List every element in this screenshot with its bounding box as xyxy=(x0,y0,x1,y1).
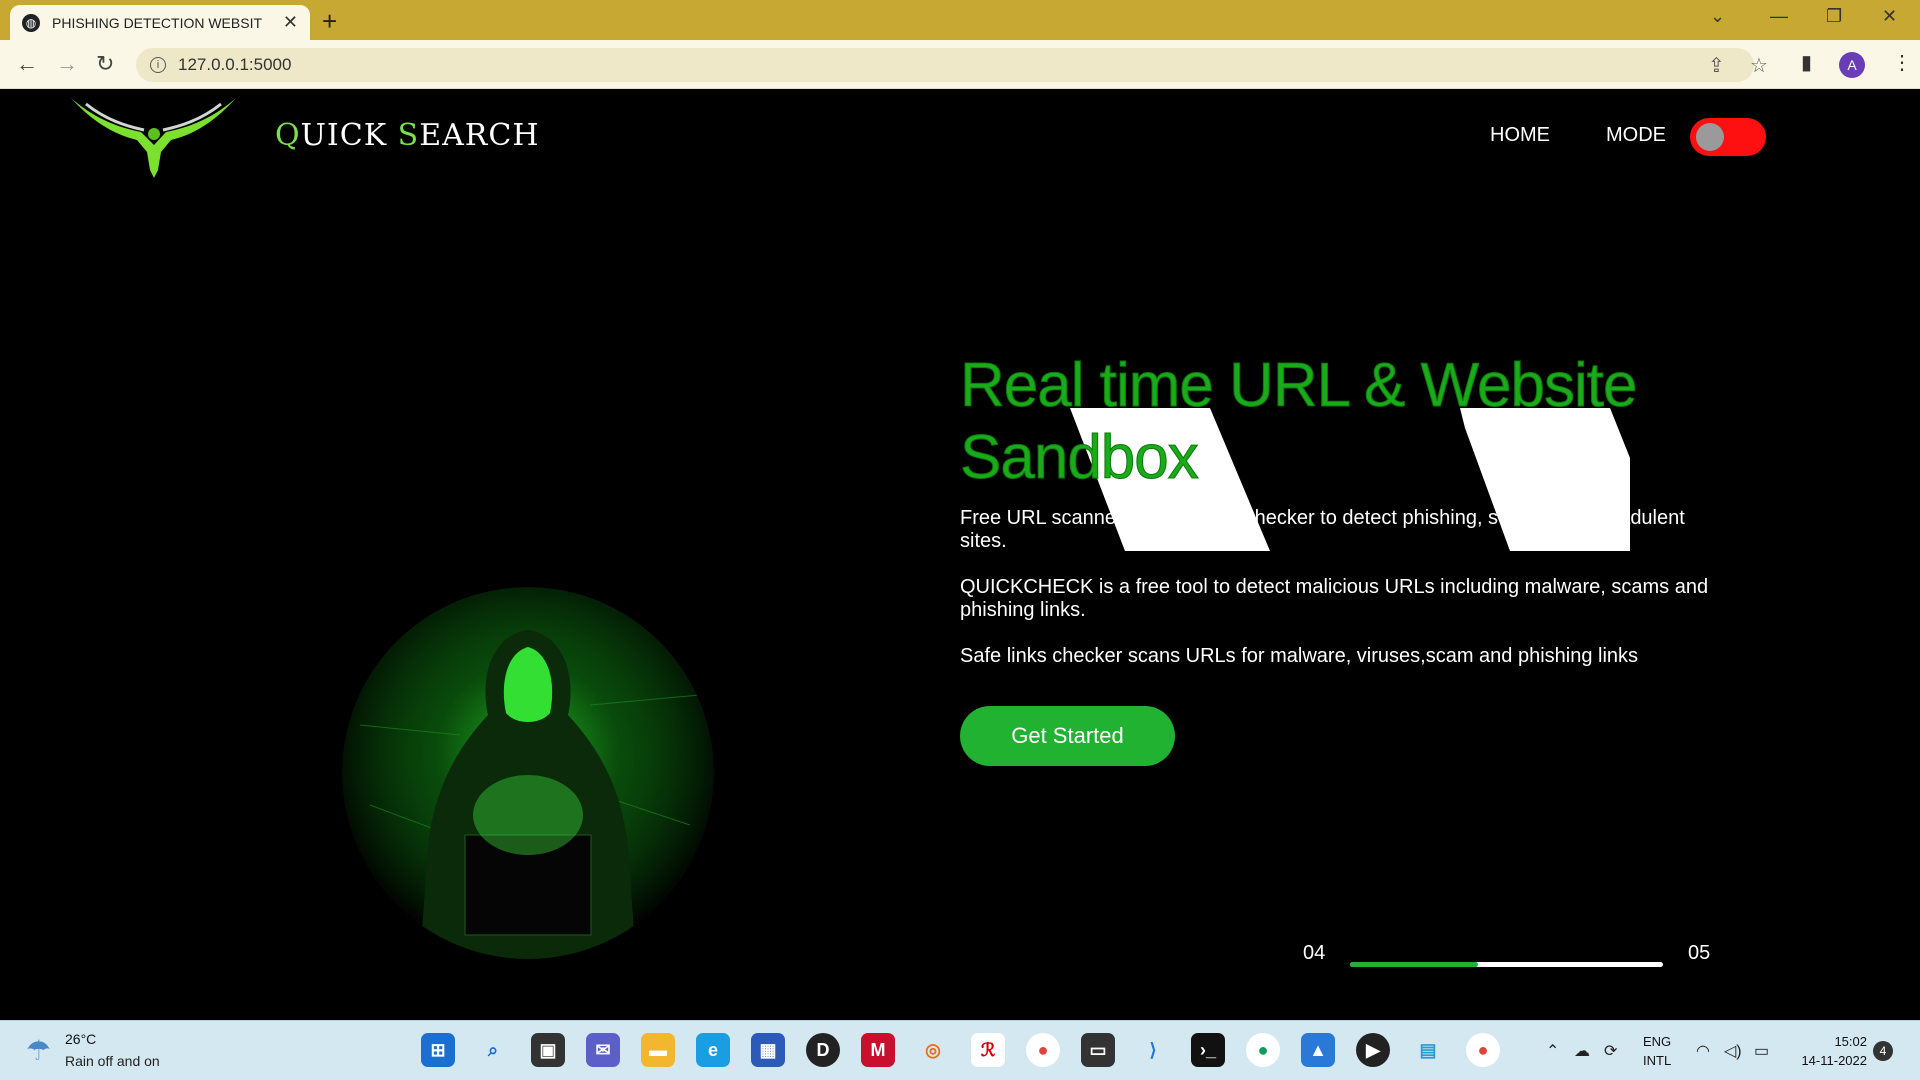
weather-description[interactable]: Rain off and on xyxy=(65,1053,160,1069)
chat-icon[interactable]: ✉ xyxy=(586,1033,620,1067)
mode-toggle[interactable] xyxy=(1690,118,1766,156)
slide-progress-bar xyxy=(1350,962,1663,967)
vscode-icon[interactable]: ⟩ xyxy=(1136,1033,1170,1067)
eagle-logo xyxy=(71,98,236,178)
mode-label: MODE xyxy=(1606,124,1666,146)
system-clock[interactable]: 15:02 14-11-2022 xyxy=(1795,1032,1867,1070)
terminal-window-icon[interactable]: ▭ xyxy=(1081,1033,1115,1067)
volume-icon[interactable]: ◁) xyxy=(1724,1041,1742,1061)
slide-total: 05 xyxy=(1688,942,1711,964)
close-window-icon[interactable]: ✕ xyxy=(1882,6,1897,27)
notification-badge[interactable]: 4 xyxy=(1873,1041,1893,1061)
file-explorer-icon[interactable]: ▬ xyxy=(641,1033,675,1067)
pdf-reader-icon[interactable]: ℛ xyxy=(971,1033,1005,1067)
back-icon[interactable]: ← xyxy=(16,51,38,77)
address-bar[interactable]: i 127.0.0.1:5000 ⇪ ☆ xyxy=(136,48,1768,82)
browser-toolbar: ← → ↻ i 127.0.0.1:5000 ⇪ ☆ ▮ A ⋮ xyxy=(0,40,1920,89)
slide-progress-fill xyxy=(1350,962,1479,967)
slide-current: 04 xyxy=(1303,942,1326,964)
wifi-icon[interactable]: ◠ xyxy=(1696,1041,1710,1061)
search-icon[interactable]: ⌕ xyxy=(476,1033,510,1067)
restore-icon[interactable]: ❐ xyxy=(1826,6,1842,27)
bookmark-star-icon[interactable]: ☆ xyxy=(1750,53,1768,78)
chrome-profile-d-icon[interactable]: ● xyxy=(1246,1033,1280,1067)
nav-home-link[interactable]: HOME xyxy=(1490,124,1550,147)
brand-title: QUICK SEARCH xyxy=(275,118,540,153)
close-tab-icon[interactable]: ✕ xyxy=(283,12,298,33)
edge-browser-icon[interactable]: e xyxy=(696,1033,730,1067)
tab-search-icon[interactable]: ⌄ xyxy=(1710,6,1725,27)
globe-icon: ◍ xyxy=(22,13,40,32)
store-icon[interactable]: ▦ xyxy=(751,1033,785,1067)
sync-icon[interactable]: ⟳ xyxy=(1604,1041,1617,1061)
minimize-icon[interactable]: — xyxy=(1770,6,1788,27)
weather-temperature[interactable]: 26°C xyxy=(65,1031,96,1047)
browser-tab[interactable]: ◍ PHISHING DETECTION WEBSITE- ✕ xyxy=(10,5,310,40)
hero-paragraph-3: Safe links checker scans URLs for malwar… xyxy=(960,645,1639,667)
reload-icon[interactable]: ↻ xyxy=(96,51,114,77)
url-text[interactable]: 127.0.0.1:5000 xyxy=(178,55,291,75)
windows-taskbar: ☂ 26°C Rain off and on ⊞ ⌕ ▣ ✉ ▬ e ▦ D M… xyxy=(0,1020,1920,1080)
start-windows-icon[interactable]: ⊞ xyxy=(421,1033,455,1067)
toggle-knob xyxy=(1696,123,1724,151)
mcafee-icon[interactable]: M xyxy=(861,1033,895,1067)
photos-icon[interactable]: ▲ xyxy=(1301,1033,1335,1067)
site-info-icon[interactable]: i xyxy=(150,57,166,73)
side-panel-icon[interactable]: ▮ xyxy=(1801,50,1812,75)
hero-headline: Real time URL & Website Sandbox xyxy=(960,351,1638,493)
media-player-icon[interactable]: ▶ xyxy=(1356,1033,1390,1067)
hero-paragraph-1: Free URL scanner and Website checker to … xyxy=(960,507,1685,552)
battery-icon[interactable]: ▭ xyxy=(1754,1041,1769,1061)
onedrive-cloud-icon[interactable]: ☁ xyxy=(1574,1041,1590,1061)
tab-title: PHISHING DETECTION WEBSITE- xyxy=(52,14,262,31)
profile-avatar[interactable]: A xyxy=(1839,52,1865,78)
web-page: QUICK SEARCH HOME MODE Real time URL & W… xyxy=(0,90,1920,1020)
menu-kebab-icon[interactable]: ⋮ xyxy=(1892,50,1912,75)
jupyter-icon[interactable]: ◎ xyxy=(916,1033,950,1067)
get-started-button[interactable]: Get Started xyxy=(960,706,1175,766)
command-prompt-icon[interactable]: ›_ xyxy=(1191,1033,1225,1067)
snipping-tool-icon[interactable]: ▤ xyxy=(1411,1033,1445,1067)
share-icon[interactable]: ⇪ xyxy=(1708,53,1725,78)
hacker-illustration xyxy=(342,587,714,959)
new-tab-icon[interactable]: + xyxy=(322,6,337,37)
show-hidden-icons-chevron-icon[interactable]: ⌃ xyxy=(1546,1041,1559,1061)
task-view-icon[interactable]: ▣ xyxy=(531,1033,565,1067)
dell-icon[interactable]: D xyxy=(806,1033,840,1067)
rain-cloud-icon[interactable]: ☂ xyxy=(26,1034,51,1067)
hero-paragraph-2: QUICKCHECK is a free tool to detect mali… xyxy=(960,576,1709,621)
input-language[interactable]: ENG INTL xyxy=(1643,1032,1671,1070)
browser-tab-bar: ◍ PHISHING DETECTION WEBSITE- ✕ + ⌄ — ❐ … xyxy=(0,0,1920,40)
chrome-icon[interactable]: ● xyxy=(1026,1033,1060,1067)
chrome-profile-a-icon[interactable]: ● xyxy=(1466,1033,1500,1067)
forward-icon[interactable]: → xyxy=(56,51,78,77)
